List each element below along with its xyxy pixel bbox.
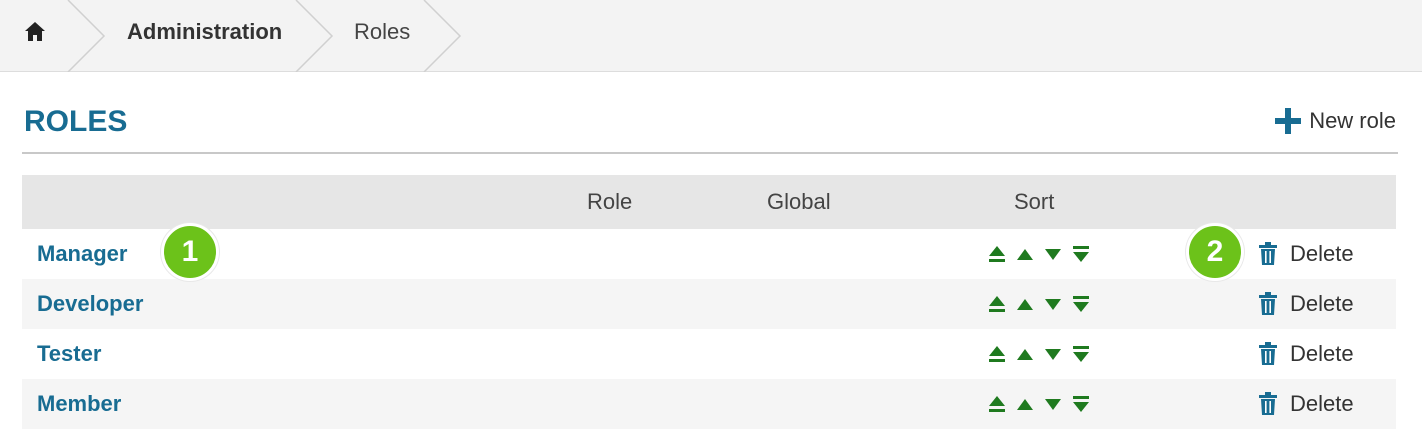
move-down-icon[interactable] — [1044, 343, 1062, 365]
title-divider — [22, 152, 1398, 154]
breadcrumb-item-roles[interactable]: Roles — [354, 19, 410, 45]
move-to-bottom-icon[interactable] — [1072, 393, 1090, 415]
move-to-bottom-icon[interactable] — [1072, 343, 1090, 365]
move-up-icon[interactable] — [1016, 343, 1034, 365]
table-row: Developer Delete — [22, 279, 1396, 329]
new-role-label: New role — [1309, 108, 1396, 133]
move-down-icon[interactable] — [1044, 393, 1062, 415]
table-header: Role Global Sort — [22, 175, 1396, 229]
page-title: ROLES — [24, 105, 128, 138]
delete-button[interactable]: Delete — [1258, 291, 1354, 317]
move-down-icon[interactable] — [1044, 243, 1062, 265]
plus-icon — [1275, 108, 1302, 134]
move-up-icon[interactable] — [1016, 243, 1034, 265]
column-header-sort: Sort — [1014, 189, 1055, 214]
home-icon[interactable] — [22, 19, 48, 45]
trash-icon — [1258, 342, 1278, 366]
trash-icon — [1258, 242, 1278, 266]
column-header-role: Role — [587, 189, 633, 214]
callout-badge-2: 2 — [1186, 223, 1244, 281]
new-role-button[interactable]: New role — [1275, 108, 1396, 134]
delete-label: Delete — [1290, 241, 1354, 266]
delete-label: Delete — [1290, 291, 1354, 316]
roles-table: Role Global Sort Manager Delete Develope… — [22, 175, 1396, 429]
callout-badge-1: 1 — [161, 223, 219, 281]
sort-controls — [988, 393, 1090, 415]
table-row: Member Delete — [22, 379, 1396, 429]
role-link-manager[interactable]: Manager — [37, 241, 127, 267]
role-link-developer[interactable]: Developer — [37, 291, 143, 317]
move-up-icon[interactable] — [1016, 393, 1034, 415]
delete-button[interactable]: Delete — [1258, 241, 1354, 267]
move-up-icon[interactable] — [1016, 293, 1034, 315]
column-header-global: Global — [767, 189, 831, 214]
sort-controls — [988, 243, 1090, 265]
sort-controls — [988, 343, 1090, 365]
sort-controls — [988, 293, 1090, 315]
move-to-top-icon[interactable] — [988, 343, 1006, 365]
trash-icon — [1258, 392, 1278, 416]
breadcrumb: Administration Roles — [0, 0, 1422, 72]
role-link-tester[interactable]: Tester — [37, 341, 101, 367]
move-to-bottom-icon[interactable] — [1072, 293, 1090, 315]
move-to-bottom-icon[interactable] — [1072, 243, 1090, 265]
move-down-icon[interactable] — [1044, 293, 1062, 315]
breadcrumb-item-administration[interactable]: Administration — [127, 19, 282, 45]
move-to-top-icon[interactable] — [988, 293, 1006, 315]
delete-button[interactable]: Delete — [1258, 341, 1354, 367]
move-to-top-icon[interactable] — [988, 393, 1006, 415]
delete-button[interactable]: Delete — [1258, 391, 1354, 417]
table-row: Tester Delete — [22, 329, 1396, 379]
trash-icon — [1258, 292, 1278, 316]
move-to-top-icon[interactable] — [988, 243, 1006, 265]
delete-label: Delete — [1290, 341, 1354, 366]
delete-label: Delete — [1290, 391, 1354, 416]
role-link-member[interactable]: Member — [37, 391, 121, 417]
